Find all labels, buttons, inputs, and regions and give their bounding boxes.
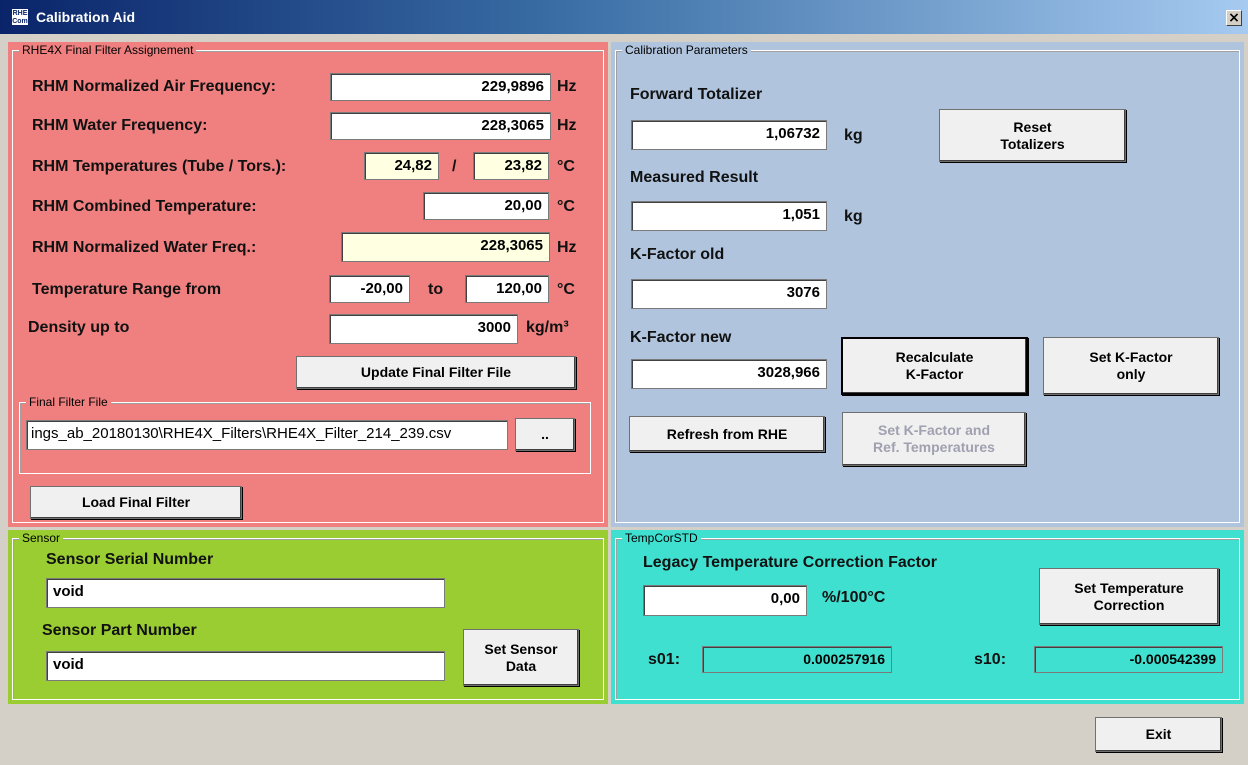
exit-button[interactable]: Exit bbox=[1095, 717, 1222, 752]
load-final-filter-button[interactable]: Load Final Filter bbox=[30, 486, 242, 519]
kfactor-old-label: K-Factor old bbox=[630, 246, 725, 263]
legacy-correction-field[interactable]: 0,00 bbox=[643, 585, 807, 616]
kfactor-new-field[interactable]: 3028,966 bbox=[631, 359, 827, 389]
tube-temp-field[interactable]: 24,82 bbox=[364, 152, 439, 180]
air-freq-field[interactable]: 229,9896 bbox=[330, 73, 551, 101]
combined-temp-label: RHM Combined Temperature: bbox=[32, 198, 257, 215]
temps-unit: °C bbox=[557, 158, 575, 175]
combined-temp-unit: °C bbox=[557, 198, 575, 215]
measured-result-unit: kg bbox=[844, 208, 863, 225]
kfactor-old-field[interactable]: 3076 bbox=[631, 279, 827, 309]
filter-panel: RHE4X Final Filter Assignement RHM Norma… bbox=[8, 42, 608, 527]
legacy-correction-unit: %/100°C bbox=[822, 589, 886, 606]
norm-water-field[interactable]: 228,3065 bbox=[341, 232, 550, 262]
air-freq-unit: Hz bbox=[557, 78, 577, 95]
density-unit: kg/m³ bbox=[526, 319, 569, 336]
sensor-panel: Sensor Sensor Serial Number void Sensor … bbox=[8, 530, 608, 704]
s01-label: s01: bbox=[648, 651, 681, 668]
air-freq-label: RHM Normalized Air Frequency: bbox=[32, 78, 276, 95]
temps-label: RHM Temperatures (Tube / Tors.): bbox=[32, 158, 287, 175]
set-kfactor-ref-temps-button[interactable]: Set K-Factor and Ref. Temperatures bbox=[842, 412, 1026, 466]
temp-range-unit: °C bbox=[557, 281, 575, 298]
set-temperature-correction-button[interactable]: Set Temperature Correction bbox=[1039, 568, 1219, 625]
sensor-legend: Sensor bbox=[19, 531, 64, 545]
water-freq-field[interactable]: 228,3065 bbox=[330, 112, 551, 140]
sensor-part-label: Sensor Part Number bbox=[42, 622, 197, 639]
final-filter-file-legend: Final Filter File bbox=[26, 395, 111, 409]
update-final-filter-button[interactable]: Update Final Filter File bbox=[296, 356, 576, 389]
legacy-correction-label: Legacy Temperature Correction Factor bbox=[643, 554, 938, 571]
close-icon[interactable]: × bbox=[1226, 10, 1242, 26]
tempcor-legend: TempCorSTD bbox=[622, 531, 701, 545]
temp-range-label: Temperature Range from bbox=[32, 281, 222, 298]
recalculate-kfactor-button[interactable]: Recalculate K-Factor bbox=[841, 337, 1028, 395]
temps-separator: / bbox=[452, 158, 457, 175]
tempcor-panel: TempCorSTD Legacy Temperature Correction… bbox=[611, 530, 1244, 704]
tors-temp-field[interactable]: 23,82 bbox=[473, 152, 549, 180]
s10-label: s10: bbox=[974, 651, 1007, 668]
combined-temp-field[interactable]: 20,00 bbox=[423, 192, 549, 220]
sensor-serial-field[interactable]: void bbox=[46, 578, 445, 608]
app-icon: RHE Com bbox=[11, 8, 29, 26]
final-filter-path-field[interactable]: ings_ab_20180130\RHE4X_Filters\RHE4X_Fil… bbox=[26, 420, 508, 450]
water-freq-label: RHM Water Frequency: bbox=[32, 117, 208, 134]
browse-button[interactable]: .. bbox=[515, 418, 575, 451]
water-freq-unit: Hz bbox=[557, 117, 577, 134]
temp-range-to-field[interactable]: 120,00 bbox=[465, 275, 549, 303]
calibration-legend: Calibration Parameters bbox=[622, 43, 751, 57]
temp-range-to-label: to bbox=[428, 281, 444, 298]
forward-totalizer-field[interactable]: 1,06732 bbox=[631, 120, 827, 150]
density-label: Density up to bbox=[28, 319, 130, 336]
s01-field: 0.000257916 bbox=[702, 646, 892, 673]
filter-legend: RHE4X Final Filter Assignement bbox=[19, 43, 197, 57]
kfactor-new-label: K-Factor new bbox=[630, 329, 732, 346]
density-field[interactable]: 3000 bbox=[329, 314, 518, 344]
sensor-serial-label: Sensor Serial Number bbox=[46, 551, 214, 568]
forward-totalizer-unit: kg bbox=[844, 127, 863, 144]
norm-water-unit: Hz bbox=[557, 239, 577, 256]
forward-totalizer-label: Forward Totalizer bbox=[630, 86, 763, 103]
set-kfactor-only-button[interactable]: Set K-Factor only bbox=[1043, 337, 1219, 395]
temp-range-from-field[interactable]: -20,00 bbox=[329, 275, 410, 303]
measured-result-label: Measured Result bbox=[630, 169, 759, 186]
refresh-from-rhe-button[interactable]: Refresh from RHE bbox=[629, 416, 825, 452]
set-sensor-data-button[interactable]: Set Sensor Data bbox=[463, 629, 579, 686]
window-title: Calibration Aid bbox=[36, 9, 136, 25]
s10-field: -0.000542399 bbox=[1034, 646, 1223, 673]
measured-result-field[interactable]: 1,051 bbox=[631, 201, 827, 231]
title-bar: RHE Com Calibration Aid × bbox=[0, 0, 1248, 34]
norm-water-label: RHM Normalized Water Freq.: bbox=[32, 239, 257, 256]
reset-totalizers-button[interactable]: Reset Totalizers bbox=[939, 109, 1126, 162]
calibration-panel: Calibration Parameters Forward Totalizer… bbox=[611, 42, 1244, 527]
sensor-part-field[interactable]: void bbox=[46, 651, 445, 681]
